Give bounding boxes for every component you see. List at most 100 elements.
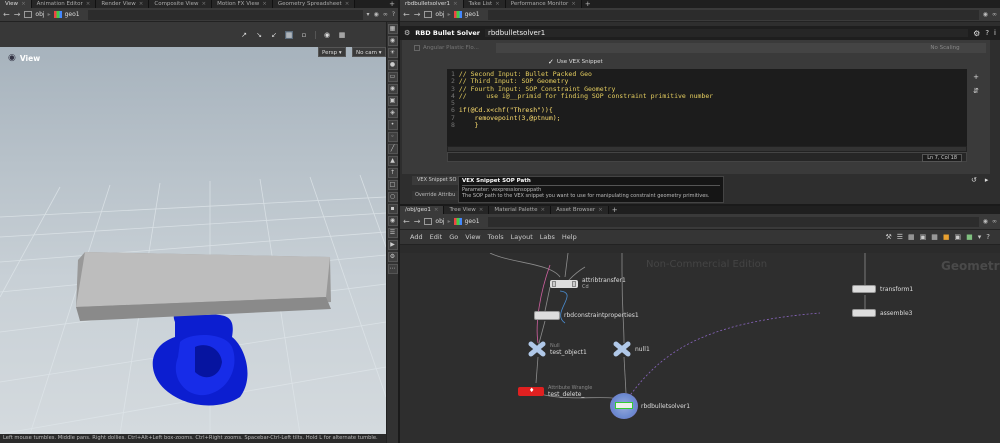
node-body[interactable] <box>852 285 876 293</box>
grid-icon[interactable]: ▦ <box>908 233 915 241</box>
tab-animation-editor[interactable]: Animation Editor × <box>31 0 97 8</box>
vex-code-editor[interactable]: 1 // Second Input: Bullet Packed Geo 2 //… <box>447 69 967 146</box>
camera-dropdown[interactable]: No cam ▾ <box>352 47 386 57</box>
edge-icon[interactable]: ╱ <box>387 144 398 154</box>
null-node-icon[interactable] <box>528 341 546 357</box>
link-icon[interactable]: ∞ <box>992 11 997 18</box>
help-icon[interactable]: ? <box>985 29 989 37</box>
close-icon[interactable]: × <box>434 207 439 213</box>
node-transform1[interactable]: transform1 <box>852 285 913 293</box>
pin-icon[interactable]: ◉ <box>983 218 988 225</box>
pin-icon[interactable]: ◉ <box>983 11 988 18</box>
pane-divider-horizontal[interactable] <box>400 204 1000 206</box>
snap-icon[interactable]: ◈ <box>387 108 398 118</box>
square-icon[interactable]: ▫ <box>300 31 308 39</box>
plus-icon[interactable]: + <box>582 0 594 8</box>
close-icon[interactable]: × <box>571 1 576 7</box>
pane-divider-vertical[interactable] <box>398 0 400 443</box>
back-arrow-icon[interactable]: ← <box>403 10 410 19</box>
breadcrumb-geo[interactable]: geo1 <box>65 11 80 18</box>
tab-vex-snippet-sop[interactable]: VEX Snippet SO <box>412 176 462 185</box>
close-icon[interactable]: × <box>139 1 144 7</box>
point-icon[interactable]: • <box>387 120 398 130</box>
node-null1[interactable]: null1 <box>613 341 650 357</box>
menu-layout[interactable]: Layout <box>511 233 533 241</box>
grid-icon[interactable]: ▦ <box>338 31 346 39</box>
scaling-dropdown[interactable]: No Scaling <box>902 43 988 53</box>
image-icon[interactable]: ▣ <box>955 233 962 241</box>
template-icon[interactable]: ▪ <box>387 204 398 214</box>
ghost-icon[interactable]: ○ <box>387 192 398 202</box>
plus-icon[interactable]: + <box>609 206 621 214</box>
breadcrumb-obj[interactable]: obj <box>35 11 44 18</box>
close-icon[interactable]: × <box>86 1 91 7</box>
back-arrow-icon[interactable]: ← <box>3 10 10 19</box>
menu-edit[interactable]: Edit <box>430 233 443 241</box>
light-icon[interactable]: ☀ <box>387 48 398 58</box>
tab-composite-view[interactable]: Composite View × <box>149 0 213 8</box>
render-icon[interactable]: ▶ <box>387 240 398 250</box>
layout-icon[interactable]: ▦ <box>931 233 938 241</box>
vertex-icon[interactable]: ◦ <box>387 132 398 142</box>
curved-arrow-icon[interactable]: ↺ <box>971 176 977 184</box>
add-icon[interactable]: + <box>973 73 979 81</box>
node-attribtransfer1[interactable]: attribtransfer1 Cd <box>550 277 626 290</box>
menu-tools[interactable]: Tools <box>488 233 504 241</box>
close-icon[interactable]: × <box>495 1 500 7</box>
info-icon[interactable]: i <box>994 29 996 37</box>
normals-icon[interactable]: ↑ <box>387 168 398 178</box>
misc-icon[interactable]: ⋯ <box>387 264 398 274</box>
shading-icon[interactable]: ● <box>387 60 398 70</box>
tab-asset-browser[interactable]: Asset Browser × <box>551 206 609 214</box>
breadcrumb-obj[interactable]: obj <box>435 11 444 18</box>
select-arrow-icon[interactable]: ↗ <box>240 31 248 39</box>
camera-icon[interactable]: ◉ <box>323 31 331 39</box>
tab-take-list[interactable]: Take List × <box>463 0 506 8</box>
tab-tree-view[interactable]: Tree View × <box>444 206 490 214</box>
menu-help[interactable]: Help <box>562 233 577 241</box>
null-node-icon[interactable] <box>613 341 631 357</box>
node-body[interactable]: ♦ <box>518 387 544 396</box>
tab-motion-fx-view[interactable]: Motion FX View × <box>212 0 273 8</box>
menu-add[interactable]: Add <box>410 233 423 241</box>
help-icon[interactable]: ? <box>392 11 395 18</box>
breadcrumb-obj[interactable]: obj <box>435 218 444 225</box>
tools-icon[interactable]: ⚒ <box>885 233 891 241</box>
dropdown-chevron-icon[interactable]: ▾ <box>367 11 370 18</box>
display-options-icon[interactable]: ◉ <box>387 36 398 46</box>
node-test-object1[interactable]: Null test_object1 <box>528 341 587 357</box>
persp-dropdown[interactable]: Persp ▾ <box>318 47 346 57</box>
forward-arrow-icon[interactable]: → <box>414 10 421 19</box>
visibility-icon[interactable]: ◉ <box>387 216 398 226</box>
tab-override-attributes[interactable]: Override Attribu <box>412 191 459 200</box>
checkbox-checked-icon[interactable]: ✓ <box>548 58 554 66</box>
lock-icon[interactable]: ▦ <box>387 24 398 34</box>
back-arrow-icon[interactable]: ← <box>403 217 410 226</box>
tab-geometry-spreadsheet[interactable]: Geometry Spreadsheet × <box>272 0 356 8</box>
color-icon[interactable]: ■ <box>966 233 973 241</box>
node-body[interactable] <box>852 309 876 317</box>
wireframe-icon[interactable]: ▭ <box>387 72 398 82</box>
transform-arrow-icon[interactable]: ↘ <box>255 31 263 39</box>
node-body[interactable] <box>534 311 560 320</box>
layers-icon[interactable]: ☰ <box>387 228 398 238</box>
snap-grid-icon[interactable]: ▦ <box>285 30 293 39</box>
close-icon[interactable]: × <box>21 1 26 7</box>
menu-labs[interactable]: Labs <box>540 233 555 241</box>
close-icon[interactable]: × <box>540 207 545 213</box>
node-name-field[interactable]: rbdbulletsolver1 <box>484 29 969 37</box>
expand-icon[interactable]: ⇵ <box>973 87 979 95</box>
tab-rbdbulletsolver1[interactable]: rbdbulletsolver1 × <box>400 0 464 8</box>
gear-icon[interactable]: ⚙ <box>973 29 980 38</box>
node-rbdconstraintproperties1[interactable]: rbdconstraintproperties1 <box>534 311 639 320</box>
node-body[interactable] <box>550 279 578 288</box>
node-assemble3[interactable]: assemble3 <box>852 309 912 317</box>
help-icon[interactable]: ? <box>986 233 990 241</box>
uv-icon[interactable]: □ <box>387 180 398 190</box>
camera-view-icon[interactable]: ▣ <box>387 96 398 106</box>
link-icon[interactable]: ∞ <box>383 11 388 18</box>
chevron-down-icon[interactable]: ▾ <box>978 233 982 241</box>
pin-icon[interactable]: ◉ <box>374 11 379 18</box>
palette-icon[interactable]: ■ <box>943 233 950 241</box>
close-icon[interactable]: × <box>453 1 458 7</box>
